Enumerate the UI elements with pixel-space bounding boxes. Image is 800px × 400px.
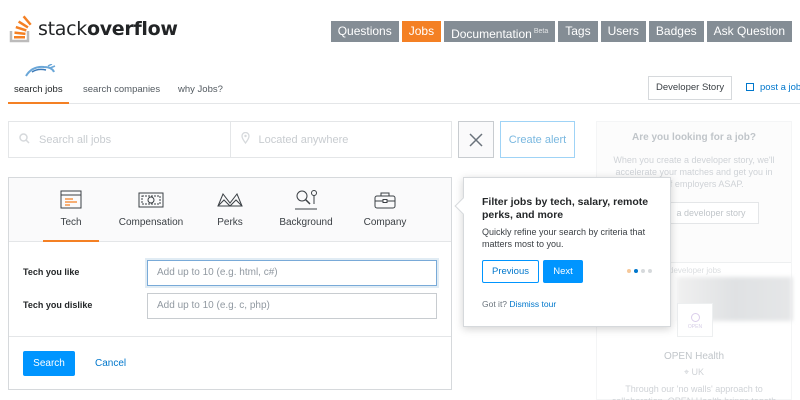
nav-badges[interactable]: Badges [648,21,704,42]
got-it-text: Got it? [482,299,508,309]
post-job-link[interactable]: post a job [746,82,800,93]
nav-questions[interactable]: Questions [330,21,399,42]
nav-tags[interactable]: Tags [558,21,598,42]
stack-logo-icon [8,14,34,44]
tour-dot[interactable] [648,269,652,273]
filter-tab-compensation[interactable]: Compensation [113,178,189,242]
search-jobs-input[interactable]: Search all jobs [9,122,230,157]
nav-jobs[interactable]: Jobs [401,21,442,42]
tech-like-input[interactable]: Add up to 10 (e.g. html, c#) [147,260,437,286]
nav-ask-question[interactable]: Ask Question [706,21,792,42]
filter-tab-perks-label: Perks [217,217,243,228]
tab-search-jobs[interactable]: search jobs [8,82,69,104]
filter-tab-tech-label: Tech [60,217,82,228]
filter-tab-background-label: Background [279,217,333,228]
filter-tab-company[interactable]: Company [359,178,411,242]
tab-why-jobs[interactable]: why Jobs? [172,82,229,104]
tour-progress-dots [627,269,652,273]
tour-dot[interactable] [634,269,638,273]
tech-icon [60,190,82,209]
tech-dislike-input[interactable]: Add up to 10 (e.g. c, php) [147,293,437,319]
filter-tab-company-label: Company [363,217,407,228]
company-icon [374,192,396,209]
stackoverflow-logo[interactable]: stackoverflow [8,14,178,44]
tech-dislike-placeholder: Add up to 10 (e.g. c, php) [157,300,270,311]
jobs-subnav: search jobs search companies why Jobs? D… [8,60,800,104]
tour-title: Filter jobs by tech, salary, remote perk… [482,196,649,221]
clear-search-button[interactable] [458,121,494,158]
post-job-label: post a job [760,82,800,93]
tour-footer: Got it? Dismiss tour [482,299,556,309]
job-search-bar: Search all jobs Located anywhere [8,121,452,158]
panel-footer-divider [9,336,451,337]
location-input[interactable]: Located anywhere [229,122,452,157]
tech-like-label: Tech you like [23,267,80,277]
perks-icon [217,193,243,207]
filter-tab-background[interactable]: Background [273,178,339,242]
background-icon [295,190,317,210]
location-placeholder: Located anywhere [258,133,349,146]
company-description: Through our 'no walls' approach to colla… [612,384,777,400]
nav-documentation[interactable]: Documentation Beta [444,21,556,42]
tour-next-button[interactable]: Next [543,260,583,283]
filter-tabs: Tech Compensation Perks Background Compa… [9,178,451,242]
close-icon [469,132,483,147]
create-alert-button[interactable]: Create alert [500,121,575,158]
cancel-button[interactable]: Cancel [95,358,126,369]
filter-tab-compensation-label: Compensation [118,217,184,228]
external-link-icon [746,83,754,91]
top-navigation: Questions Jobs Documentation Beta Tags Us… [330,21,792,42]
nav-users[interactable]: Users [600,21,646,42]
money-icon [138,192,164,208]
company-name[interactable]: OPEN Health [597,351,791,362]
tech-dislike-label: Tech you dislike [23,300,93,310]
location-pin-icon [240,131,250,147]
dismiss-tour-link[interactable]: Dismiss tour [509,299,556,309]
tech-like-placeholder: Add up to 10 (e.g. html, c#) [157,267,278,278]
beta-badge: Beta [533,28,549,35]
tour-previous-button[interactable]: Previous [482,260,539,283]
tour-dot[interactable] [641,269,645,273]
popover-arrow [454,197,472,215]
tour-body: Quickly refine your search by criteria t… [482,227,646,249]
company-logo: OPEN [677,303,713,337]
developer-story-button[interactable]: Developer Story [648,76,733,100]
search-jobs-placeholder: Search all jobs [39,133,112,146]
whale-icon [24,63,56,83]
filter-tab-perks[interactable]: Perks [205,178,255,242]
filter-tab-tech[interactable]: Tech [43,178,99,242]
search-button[interactable]: Search [23,351,75,376]
company-location-text: UK [691,367,705,377]
tab-search-companies[interactable]: search companies [77,82,166,104]
promo-title: Are you looking for a job? [632,132,756,143]
company-location: ⌖ UK [597,367,791,378]
logo-text: stackoverflow [38,18,178,40]
filter-panel: Tech Compensation Perks Background Compa… [8,177,452,390]
card-label: developer jobs [669,266,722,275]
nav-documentation-label: Documentation [451,27,532,41]
tour-popover: Filter jobs by tech, salary, remote perk… [454,177,671,327]
search-icon [19,132,30,147]
tour-dot[interactable] [627,269,631,273]
location-pin-icon: ⌖ [683,367,692,377]
create-developer-story-button[interactable]: a developer story [663,202,759,224]
